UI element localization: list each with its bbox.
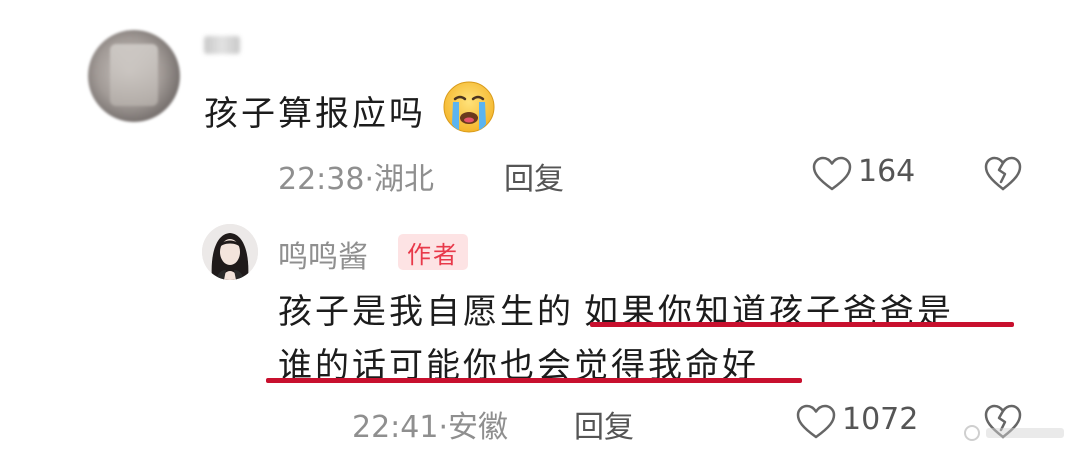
author-badge: 作者 [398, 234, 468, 270]
replier-avatar[interactable] [202, 224, 258, 280]
comment-meta: 22:38·湖北 [278, 154, 434, 198]
reply-like-count: 1072 [842, 402, 919, 437]
comment-time: 22:38 [278, 162, 365, 197]
heart-outline-icon[interactable] [812, 156, 852, 192]
heart-outline-icon[interactable] [796, 404, 836, 440]
commenter-avatar[interactable] [88, 30, 180, 122]
replier-username[interactable]: 鸣鸣酱 [278, 232, 368, 276]
commenter-name-blurred[interactable] [204, 36, 240, 54]
reply-meta: 22:41·安徽 [352, 402, 508, 446]
reply-reply-button[interactable]: 回复 [574, 402, 634, 446]
meta-separator: · [364, 162, 375, 197]
comment-location: 湖北 [374, 162, 435, 197]
comment-body: 孩子算报应吗 [204, 94, 426, 134]
reply-time: 22:41 [352, 410, 439, 445]
like-count: 164 [858, 154, 916, 189]
watermark-logo [964, 425, 1064, 441]
reply-button[interactable]: 回复 [504, 154, 564, 198]
comment-text: 孩子算报应吗 [204, 86, 426, 135]
reply-location: 安徽 [448, 410, 509, 445]
red-underline-2 [266, 378, 802, 383]
reply-text-part1: 孩子是我自愿生的 [278, 292, 574, 332]
broken-heart-icon[interactable] [984, 156, 1022, 192]
red-underline-1 [590, 322, 1014, 327]
reply-meta-separator: · [438, 410, 449, 445]
crying-face-emoji [443, 81, 495, 133]
